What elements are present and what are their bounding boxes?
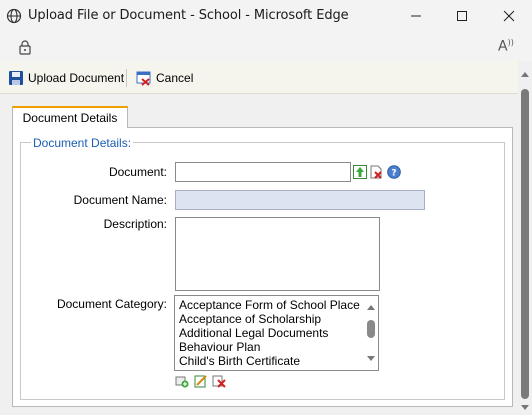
document-name-field[interactable] bbox=[175, 190, 425, 210]
maximize-button[interactable] bbox=[439, 0, 485, 31]
maximize-icon bbox=[457, 11, 467, 21]
upload-document-button[interactable]: Upload Document bbox=[8, 70, 124, 86]
help-icon[interactable]: ? bbox=[387, 165, 401, 179]
cancel-button[interactable]: Cancel bbox=[136, 70, 193, 86]
close-button[interactable] bbox=[486, 0, 532, 31]
page-content: Upload Document Cancel Document Details … bbox=[0, 61, 518, 415]
clear-file-icon[interactable] bbox=[369, 165, 383, 179]
toolbar: Upload Document Cancel bbox=[0, 61, 518, 94]
list-item[interactable]: Behaviour Plan bbox=[179, 340, 260, 354]
add-category-icon[interactable] bbox=[175, 374, 189, 388]
list-item[interactable]: Additional Legal Documents bbox=[179, 326, 328, 340]
read-aloud-icon[interactable]: A)) bbox=[498, 38, 514, 55]
svg-text:?: ? bbox=[391, 169, 396, 179]
minimize-button[interactable] bbox=[393, 0, 439, 31]
document-name-label: Document Name: bbox=[73, 193, 167, 207]
window-title: Upload File or Document - School - Micro… bbox=[28, 8, 349, 23]
lock-icon[interactable] bbox=[18, 39, 32, 55]
minimize-icon bbox=[411, 15, 421, 17]
fieldset-legend: Document Details: bbox=[31, 136, 134, 150]
document-file-input[interactable] bbox=[175, 162, 351, 182]
description-textarea[interactable] bbox=[175, 217, 380, 291]
title-bar: Upload File or Document - School - Micro… bbox=[0, 0, 532, 31]
document-category-listbox[interactable]: Acceptance Form of School Place Acceptan… bbox=[174, 295, 379, 371]
description-label: Description: bbox=[103, 217, 167, 231]
edit-category-icon[interactable] bbox=[194, 374, 208, 388]
listbox-scroll-thumb[interactable] bbox=[367, 320, 375, 338]
close-icon bbox=[503, 10, 515, 22]
page-scrollbar[interactable] bbox=[518, 61, 532, 415]
page-scroll-thumb[interactable] bbox=[521, 89, 529, 399]
document-label: Document: bbox=[108, 165, 167, 179]
upload-document-label: Upload Document bbox=[28, 71, 125, 85]
delete-category-icon[interactable] bbox=[212, 374, 226, 388]
cancel-icon bbox=[136, 71, 151, 86]
globe-icon bbox=[6, 8, 22, 24]
upload-arrow-icon[interactable] bbox=[353, 165, 367, 179]
toolbar-divider bbox=[126, 69, 127, 87]
list-item[interactable]: Acceptance of Scholarship bbox=[179, 312, 321, 326]
address-bar: A)) bbox=[0, 31, 532, 61]
list-item[interactable]: Child's Birth Certificate bbox=[179, 354, 300, 368]
document-category-label: Document Category: bbox=[56, 297, 167, 311]
listbox-scrollbar[interactable] bbox=[364, 296, 378, 370]
tab-document-details[interactable]: Document Details bbox=[12, 106, 128, 128]
list-item[interactable]: Acceptance Form of School Place bbox=[179, 298, 360, 312]
save-disk-icon bbox=[9, 71, 23, 85]
cancel-label: Cancel bbox=[156, 71, 194, 85]
